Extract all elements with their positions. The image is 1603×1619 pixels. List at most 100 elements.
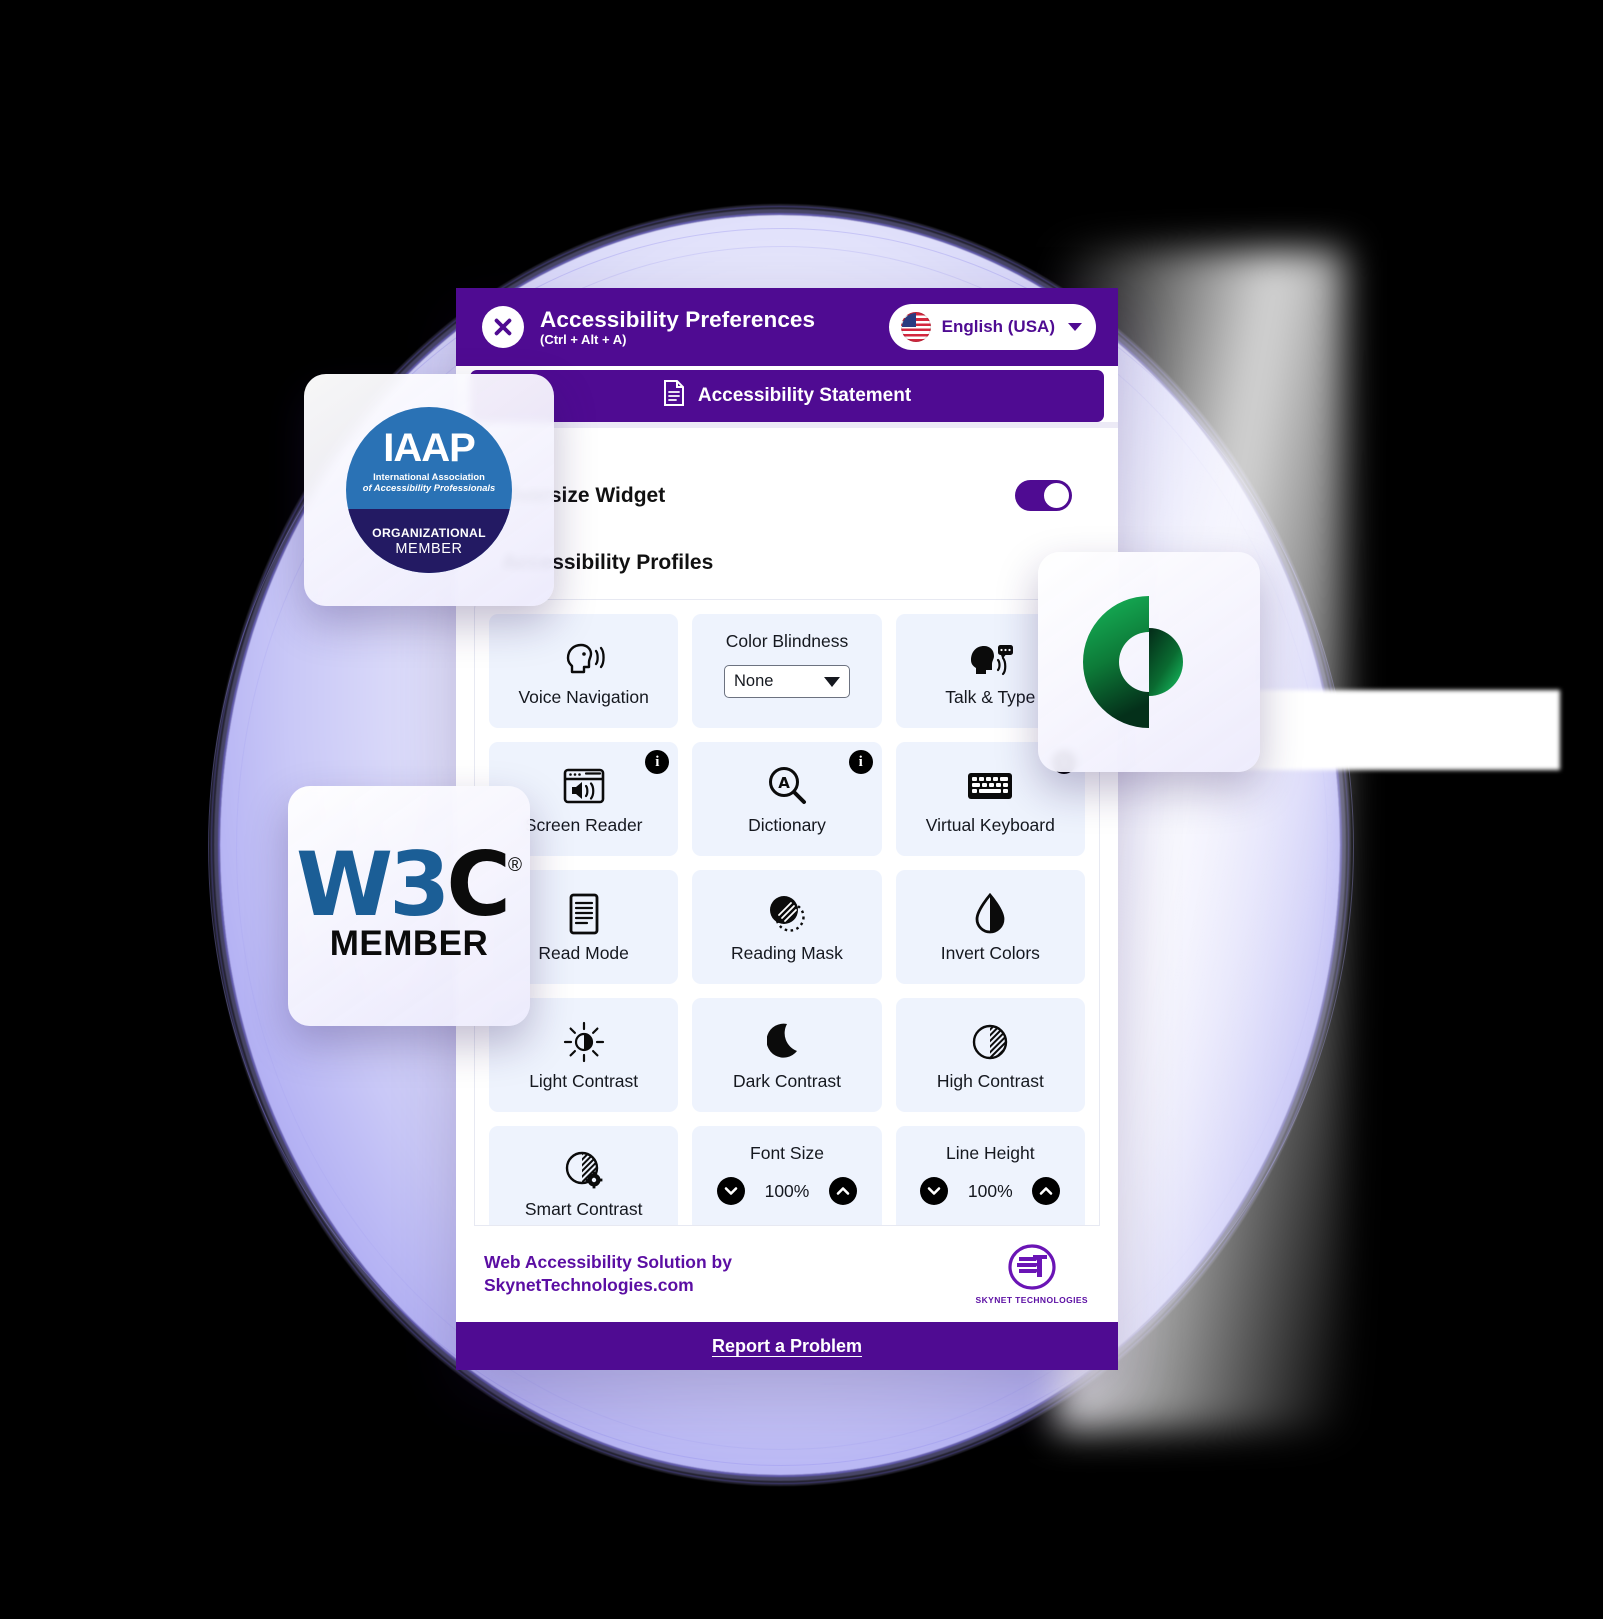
tile-label: Virtual Keyboard <box>925 814 1055 835</box>
accessibility-statement-label: Accessibility Statement <box>697 385 912 406</box>
oversize-widget-toggle[interactable] <box>1015 480 1072 511</box>
footer-credit: Web Accessibility Solution by SkynetTech… <box>484 1251 732 1297</box>
accessibility-profiles-label: Accessibility Profiles <box>502 551 714 574</box>
us-flag-icon <box>900 312 931 342</box>
tile-voice-navigation[interactable]: Voice Navigation <box>489 614 679 728</box>
tile-label: Voice Navigation <box>518 686 649 707</box>
tile-label: Read Mode <box>538 942 629 963</box>
read-mode-icon <box>567 891 601 937</box>
green-crescent-logo <box>1075 588 1223 736</box>
keyboard-shortcut-hint: (Ctrl + Alt + A) <box>540 331 627 347</box>
language-selector-label: English (USA) <box>941 317 1055 336</box>
tile-high-contrast[interactable]: High Contrast <box>895 998 1085 1112</box>
dictionary-icon: A <box>766 763 808 809</box>
high-contrast-icon <box>969 1019 1011 1065</box>
widget-header: Accessibility Preferences (Ctrl + Alt + … <box>456 288 1118 366</box>
tile-smart-contrast[interactable]: Smart Contrast <box>489 1126 679 1225</box>
keyboard-icon <box>966 763 1014 809</box>
toggle-knob <box>1043 482 1070 509</box>
tile-label: Screen Reader <box>524 814 643 835</box>
smart-contrast-icon <box>563 1147 605 1193</box>
tile-label: Smart Contrast <box>524 1198 643 1219</box>
font-size-increase-button[interactable] <box>828 1177 857 1205</box>
tile-label: Invert Colors <box>940 942 1040 963</box>
skynet-technologies-logo[interactable]: SKYNET TECHNOLOGIES <box>976 1243 1088 1305</box>
footer-credit-line1: Web Accessibility Solution by <box>484 1251 732 1272</box>
st-monogram-icon <box>1008 1244 1056 1290</box>
tile-dark-contrast[interactable]: Dark Contrast <box>692 998 882 1112</box>
line-height-label: Line Height <box>946 1143 1035 1163</box>
tile-label: High Contrast <box>936 1070 1044 1091</box>
chevron-down-icon <box>823 676 840 687</box>
tile-label: Reading Mask <box>731 942 843 963</box>
green-logo-badge <box>1038 552 1260 772</box>
head-talk-type-icon <box>965 635 1015 681</box>
reading-mask-icon <box>765 891 809 937</box>
line-height-value: 100% <box>967 1180 1013 1201</box>
w3c-wordmark: W3 C ® <box>296 832 522 936</box>
header-title-block: Accessibility Preferences (Ctrl + Alt + … <box>540 307 873 348</box>
font-size-decrease-button[interactable] <box>716 1177 745 1205</box>
document-icon <box>663 380 685 412</box>
screenshot-canvas: Accessibility Preferences (Ctrl + Alt + … <box>0 0 1603 1619</box>
accessibility-statement-button[interactable]: Accessibility Statement <box>470 370 1104 422</box>
iaap-tier-line1: ORGANIZATIONAL <box>372 525 486 540</box>
line-height-decrease-button[interactable] <box>920 1177 949 1205</box>
close-icon[interactable] <box>482 306 524 348</box>
oversize-widget-row: Oversize Widget <box>470 428 1104 511</box>
font-size-value: 100% <box>764 1180 810 1201</box>
sun-icon <box>563 1019 605 1065</box>
color-blindness-select[interactable]: None <box>723 665 850 698</box>
moon-icon <box>766 1019 807 1065</box>
widget-footer: Web Accessibility Solution by SkynetTech… <box>456 1226 1118 1322</box>
line-height-increase-button[interactable] <box>1032 1177 1061 1205</box>
iaap-member-badge: IAAP International Association of Access… <box>304 374 554 606</box>
color-blindness-label: Color Blindness <box>725 631 849 651</box>
iaap-acronym: IAAP <box>383 426 476 470</box>
info-icon[interactable]: i <box>848 750 873 774</box>
w3c-member-label: MEMBER <box>329 924 489 964</box>
tile-reading-mask[interactable]: Reading Mask <box>692 870 882 984</box>
feature-grid-card: Voice Navigation Color Blindness None Ta… <box>474 599 1100 1226</box>
tile-invert-colors[interactable]: Invert Colors <box>895 870 1085 984</box>
iaap-logo-circle: IAAP International Association of Access… <box>346 407 512 573</box>
iaap-lower: ORGANIZATIONAL MEMBER <box>346 509 512 573</box>
footer-credit-line2: SkynetTechnologies.com <box>484 1275 694 1295</box>
report-a-problem-button[interactable]: Report a Problem <box>456 1322 1118 1370</box>
language-selector[interactable]: English (USA) <box>888 304 1096 350</box>
accessibility-widget-panel: Accessibility Preferences (Ctrl + Alt + … <box>456 288 1118 1370</box>
line-height-stepper: 100% <box>920 1177 1061 1205</box>
screen-reader-icon <box>562 763 606 809</box>
iaap-upper: IAAP International Association of Access… <box>346 407 512 509</box>
iaap-tier-line2: MEMBER <box>395 540 463 557</box>
iaap-line1: International Association <box>373 471 485 482</box>
page-title: Accessibility Preferences <box>540 306 816 332</box>
invert-colors-icon <box>973 891 1007 937</box>
w3c-w3-text: W3 <box>296 832 450 936</box>
tile-label: Light Contrast <box>529 1070 639 1091</box>
tile-label: Dictionary <box>748 814 826 835</box>
font-size-label: Font Size <box>750 1143 824 1163</box>
svg-text:A: A <box>778 774 790 792</box>
w3c-logo: W3 C ® MEMBER <box>296 832 522 965</box>
iaap-line2: of Accessibility Professionals <box>362 482 496 493</box>
info-icon[interactable]: i <box>645 750 670 774</box>
tile-font-size[interactable]: Font Size 100% <box>692 1126 882 1225</box>
tile-label: Dark Contrast <box>733 1070 841 1091</box>
w3c-member-badge: W3 C ® MEMBER <box>288 786 530 1026</box>
widget-body: Oversize Widget Accessibility Profiles V… <box>456 428 1118 1226</box>
accessibility-profiles-row: Accessibility Profiles <box>470 511 1104 575</box>
skynet-technologies-label: SKYNET TECHNOLOGIES <box>975 1295 1088 1305</box>
tile-label: Talk & Type <box>945 686 1036 707</box>
color-blindness-value: None <box>733 672 774 690</box>
w3c-c-text: C <box>446 832 511 936</box>
feature-grid: Voice Navigation Color Blindness None Ta… <box>489 614 1085 1225</box>
report-a-problem-label: Report a Problem <box>711 1335 863 1356</box>
font-size-stepper: 100% <box>716 1177 857 1205</box>
tile-dictionary[interactable]: i A Dictionary <box>692 742 882 856</box>
head-speaking-icon <box>560 635 608 681</box>
chevron-down-icon <box>1068 323 1082 331</box>
registered-trademark-icon: ® <box>507 854 522 876</box>
tile-line-height[interactable]: Line Height 100% <box>895 1126 1085 1225</box>
tile-color-blindness[interactable]: Color Blindness None <box>692 614 882 728</box>
